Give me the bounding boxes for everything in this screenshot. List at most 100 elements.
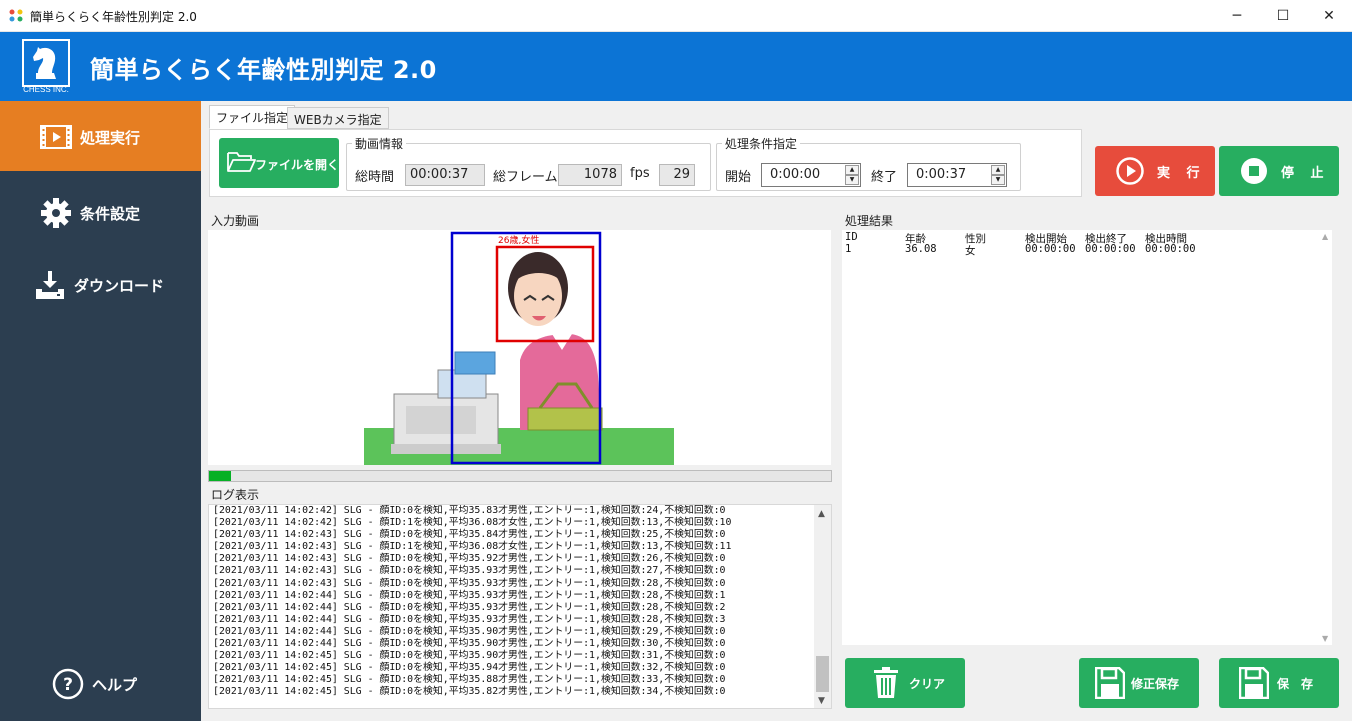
end-label: 終了 <box>871 170 898 185</box>
floppy-disk-icon <box>1095 667 1125 699</box>
cell-id: 1 <box>845 243 852 255</box>
total-frames-label: 総フレーム <box>493 170 558 185</box>
video-info-group: 動画情報 総時間 00:00:37 総フレーム 1078 fps 29 <box>346 135 711 191</box>
scroll-down-icon[interactable]: ▼ <box>818 696 825 706</box>
trash-icon <box>874 667 898 698</box>
end-time-spinner[interactable]: 0:00:37 ▲ ▼ <box>907 163 1007 187</box>
cell-duration: 00:00:00 <box>1145 243 1196 255</box>
start-label: 開始 <box>725 170 752 185</box>
log-line: [2021/03/11 14:02:43] SLG - 顔ID:0を検知,平均3… <box>213 565 726 577</box>
sidebar-item-label: 条件設定 <box>80 205 141 223</box>
spinner-down-icon[interactable]: ▼ <box>845 175 859 185</box>
play-circle-icon <box>1116 157 1144 185</box>
app-title: 簡単らくらく年齢性別判定 2.0 <box>90 56 437 84</box>
end-time-value: 0:00:37 <box>916 167 967 182</box>
run-label: 実 行 <box>1157 166 1206 181</box>
file-panel: ファイルを開く 動画情報 総時間 00:00:37 総フレーム 1078 fps… <box>209 129 1082 197</box>
svg-text:?: ? <box>63 675 73 695</box>
scroll-up-icon[interactable]: ▲ <box>1322 232 1328 241</box>
input-video-label: 入力動画 <box>211 214 260 228</box>
cell-end: 00:00:00 <box>1085 243 1136 255</box>
log-line: [2021/03/11 14:02:44] SLG - 顔ID:0を検知,平均3… <box>213 601 726 613</box>
open-file-button[interactable]: ファイルを開く <box>219 138 339 188</box>
open-file-label: ファイルを開く <box>255 158 340 172</box>
total-frames-field: 1078 <box>558 164 622 186</box>
stop-button[interactable]: 停 止 <box>1219 146 1339 196</box>
help-label: ヘルプ <box>92 676 138 694</box>
log-line: [2021/03/11 14:02:42] SLG - 顔ID:0を検知,平均3… <box>213 505 726 516</box>
start-time-spinner[interactable]: 0:00:00 ▲ ▼ <box>761 163 861 187</box>
save-edit-label: 修正保存 <box>1131 677 1180 691</box>
save-label: 保 存 <box>1277 677 1314 691</box>
face-label: 26歳,女性 <box>498 234 539 246</box>
spinner-down-icon[interactable]: ▼ <box>991 175 1005 185</box>
results-label: 処理結果 <box>845 214 894 228</box>
log-line: [2021/03/11 14:02:45] SLG - 顔ID:0を検知,平均3… <box>213 674 726 686</box>
fps-field: 29 <box>659 164 695 186</box>
log-line: [2021/03/11 14:02:42] SLG - 顔ID:1を検知,平均3… <box>213 517 732 529</box>
end-spinner-arrows: ▲ ▼ <box>991 165 1005 185</box>
log-line: [2021/03/11 14:02:44] SLG - 顔ID:0を検知,平均3… <box>213 613 726 625</box>
video-info-legend: 動画情報 <box>355 137 404 151</box>
conditions-group: 処理条件指定 開始 0:00:00 ▲ ▼ 終了 0:00:37 ▲ ▼ <box>716 135 1021 191</box>
sidebar-item-process[interactable]: 処理実行 <box>0 101 201 171</box>
video-frame-illustration: 26歳,女性 <box>364 231 674 465</box>
start-time-value: 0:00:00 <box>770 167 821 182</box>
tab-file[interactable]: ファイル指定 <box>209 105 296 129</box>
total-time-field: 00:00:37 <box>405 164 485 186</box>
app-people-icon <box>9 9 23 22</box>
video-preview: 26歳,女性 <box>208 230 831 465</box>
results-scrollbar[interactable]: ▲ ▼ <box>1320 230 1334 645</box>
sidebar-item-download[interactable]: ダウンロード <box>0 249 201 319</box>
log-line: [2021/03/11 14:02:45] SLG - 顔ID:0を検知,平均3… <box>213 686 726 698</box>
scroll-up-icon[interactable]: ▲ <box>818 509 825 519</box>
folder-open-icon <box>227 152 256 172</box>
log-panel[interactable]: [2021/03/11 14:02:42] SLG - 顔ID:0を検知,平均3… <box>208 504 832 709</box>
scroll-down-icon[interactable]: ▼ <box>1322 634 1328 643</box>
run-button[interactable]: 実 行 <box>1095 146 1215 196</box>
stop-label: 停 止 <box>1281 166 1330 181</box>
logo-text: CHESS INC. <box>23 85 69 94</box>
close-button[interactable]: ✕ <box>1306 0 1352 32</box>
log-line: [2021/03/11 14:02:44] SLG - 顔ID:0を検知,平均3… <box>213 625 726 637</box>
help-button[interactable]: ? ヘルプ <box>52 668 192 702</box>
tab-webcam[interactable]: WEBカメラ指定 <box>287 107 389 129</box>
clear-button[interactable]: クリア <box>845 658 965 708</box>
video-progress-bar <box>208 470 832 482</box>
stop-circle-icon <box>1241 158 1267 184</box>
scroll-thumb[interactable] <box>816 656 829 692</box>
conditions-legend: 処理条件指定 <box>725 137 798 151</box>
log-label: ログ表示 <box>211 488 260 502</box>
log-lines: [2021/03/11 14:02:42] SLG - 顔ID:0を検知,平均3… <box>213 505 731 699</box>
cell-start: 00:00:00 <box>1025 243 1076 255</box>
log-line: [2021/03/11 14:02:45] SLG - 顔ID:0を検知,平均3… <box>213 662 726 674</box>
log-scrollbar[interactable]: ▲ ▼ <box>814 505 831 708</box>
log-line: [2021/03/11 14:02:44] SLG - 顔ID:0を検知,平均3… <box>213 638 726 650</box>
film-icon <box>40 125 72 149</box>
spinner-up-icon[interactable]: ▲ <box>991 165 1005 175</box>
window-titlebar: 簡単らくらく年齢性別判定 2.0 ─ ☐ ✕ <box>0 0 1352 32</box>
cell-gender: 女 <box>965 245 976 257</box>
spinner-up-icon[interactable]: ▲ <box>845 165 859 175</box>
log-line: [2021/03/11 14:02:43] SLG - 顔ID:0を検知,平均3… <box>213 553 726 565</box>
fps-label: fps <box>630 166 650 181</box>
minimize-button[interactable]: ─ <box>1214 0 1260 32</box>
sidebar: 処理実行 条件設定 ダウンロード ? ヘルプ <box>0 101 201 721</box>
sidebar-item-label: 処理実行 <box>80 129 141 147</box>
start-spinner-arrows: ▲ ▼ <box>845 165 859 185</box>
save-edit-button[interactable]: 修正保存 <box>1079 658 1199 708</box>
download-icon <box>36 271 64 299</box>
progress-fill <box>209 471 231 481</box>
gear-icon <box>41 198 71 228</box>
app-header: CHESS INC. 簡単らくらく年齢性別判定 2.0 <box>0 32 1352 101</box>
help-icon: ? <box>52 668 84 700</box>
log-line: [2021/03/11 14:02:43] SLG - 顔ID:0を検知,平均3… <box>213 577 726 589</box>
log-line: [2021/03/11 14:02:43] SLG - 顔ID:0を検知,平均3… <box>213 529 726 541</box>
total-time-label: 総時間 <box>355 170 395 185</box>
save-button[interactable]: 保 存 <box>1219 658 1339 708</box>
log-line: [2021/03/11 14:02:44] SLG - 顔ID:0を検知,平均3… <box>213 589 726 601</box>
maximize-button[interactable]: ☐ <box>1260 0 1306 32</box>
sidebar-item-settings[interactable]: 条件設定 <box>0 177 201 247</box>
results-panel[interactable]: ID 年齢 性別 検出開始 検出終了 検出時間 1 36.08 女 00:00:… <box>842 230 1332 645</box>
cell-age: 36.08 <box>905 243 937 255</box>
